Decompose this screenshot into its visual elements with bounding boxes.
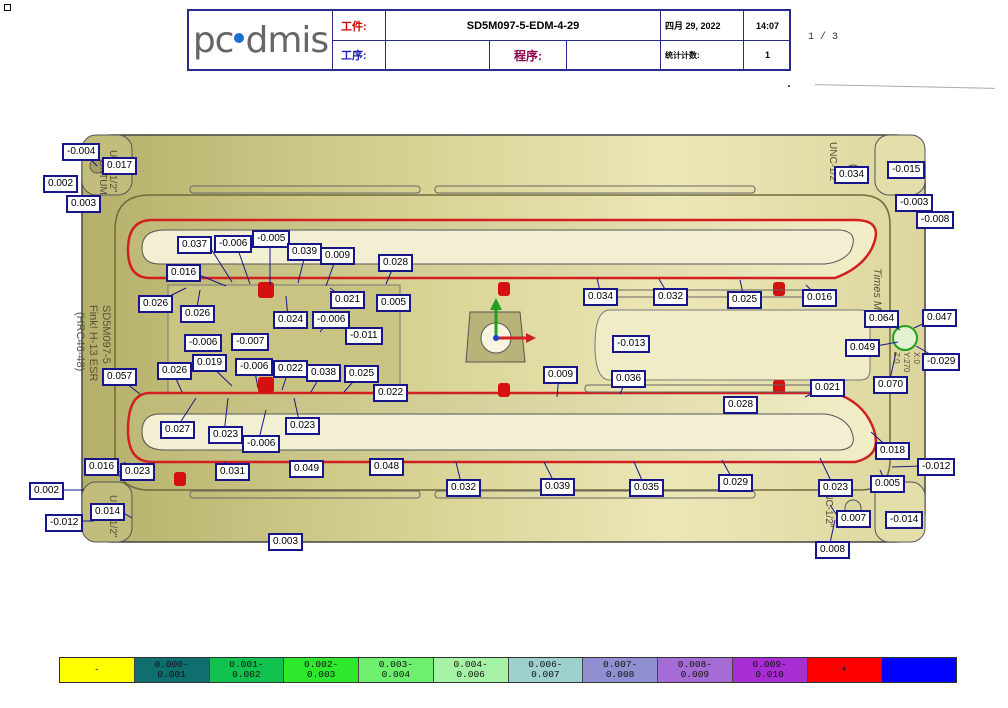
deviation-label: 0.026 xyxy=(138,295,174,313)
deviation-label: 0.036 xyxy=(611,370,647,388)
deviation-label: -0.008 xyxy=(916,211,955,229)
deviation-label: 0.024 xyxy=(273,311,309,329)
legend-segment: 0.008- 0.009 xyxy=(658,658,733,682)
deviation-label: -0.014 xyxy=(885,511,924,529)
deviation-label: 0.005 xyxy=(870,475,906,493)
deviation-label: -0.006 xyxy=(235,358,274,376)
legend-segment: 0.007- 0.008 xyxy=(583,658,658,682)
deviation-label: 0.032 xyxy=(653,288,689,306)
deviation-label: -0.015 xyxy=(887,161,926,179)
deviation-label: -0.013 xyxy=(612,335,651,353)
engraving-part-number: SD5M097-5 xyxy=(100,305,112,364)
legend-segment: 0.006- 0.007 xyxy=(508,658,584,682)
deviation-label: 0.039 xyxy=(287,243,323,261)
deviation-label: 0.027 xyxy=(160,421,196,439)
deviation-label: 0.034 xyxy=(834,166,870,184)
deviation-label: 0.023 xyxy=(285,417,321,435)
deviation-label: 0.003 xyxy=(66,195,102,213)
deviation-label: 0.031 xyxy=(215,463,251,481)
engraving-x: X:0 xyxy=(912,352,921,365)
deviation-label: 0.064 xyxy=(864,310,900,328)
deviation-label: 0.037 xyxy=(177,236,213,254)
legend-segment: 0.002- 0.003 xyxy=(284,658,359,682)
color-legend: -0.000- 0.001 0.001- 0.002 0.002- 0.003 0.0… xyxy=(59,657,957,683)
deviation-label: 0.019 xyxy=(192,354,228,372)
deviation-label: 0.002 xyxy=(29,482,65,500)
deviation-label: 0.005 xyxy=(376,294,412,312)
deviation-label: 0.008 xyxy=(815,541,851,559)
deviation-label: -0.012 xyxy=(917,458,956,476)
measured-circle xyxy=(892,325,918,351)
deviation-label: -0.005 xyxy=(252,230,291,248)
deviation-label: -0.004 xyxy=(62,143,101,161)
deviation-label: -0.006 xyxy=(242,435,281,453)
deviation-label: -0.006 xyxy=(184,334,223,352)
deviation-label: 0.028 xyxy=(378,254,414,272)
deviation-label: 0.047 xyxy=(922,309,958,327)
deviation-label: 0.021 xyxy=(810,379,846,397)
red-pad xyxy=(498,282,510,296)
deviation-label: 0.034 xyxy=(583,288,619,306)
deviation-label: 0.057 xyxy=(102,368,138,386)
deviation-label: 0.070 xyxy=(873,376,909,394)
legend-segment: 0.003- 0.004 xyxy=(359,658,434,682)
deviation-label: 0.038 xyxy=(306,364,342,382)
engraving-material: Fink! H-13 ESR xyxy=(87,305,99,381)
deviation-label: 0.016 xyxy=(84,458,120,476)
red-pad xyxy=(258,377,274,393)
legend-segment: 0.001- 0.002 xyxy=(209,658,285,682)
axis-origin xyxy=(493,335,499,341)
deviation-label: 0.049 xyxy=(289,460,325,478)
deviation-label: 0.009 xyxy=(543,366,579,384)
deviation-label: 0.007 xyxy=(836,510,872,528)
red-pad xyxy=(174,472,186,486)
deviation-label: -0.006 xyxy=(214,235,253,253)
deviation-label: 0.025 xyxy=(727,291,763,309)
deviation-label: 0.048 xyxy=(369,458,405,476)
deviation-label: 0.016 xyxy=(166,264,202,282)
deviation-label: 0.028 xyxy=(723,396,759,414)
deviation-label: 0.029 xyxy=(718,474,754,492)
deviation-label: -0.003 xyxy=(895,194,934,212)
deviation-label: -0.007 xyxy=(231,333,270,351)
deviation-label: 0.025 xyxy=(344,365,380,383)
deviation-label: 0.049 xyxy=(845,339,881,357)
legend-segment: 0.000- 0.001 xyxy=(134,658,210,682)
deviation-label: 0.039 xyxy=(540,478,576,496)
deviation-label: 0.023 xyxy=(208,426,244,444)
deviation-label: 0.023 xyxy=(120,463,156,481)
deviation-label: 0.016 xyxy=(802,289,838,307)
deviation-label: 0.026 xyxy=(180,305,216,323)
legend-segment: + xyxy=(807,658,883,682)
deviation-label: -0.011 xyxy=(345,327,383,345)
red-pad xyxy=(258,282,274,298)
legend-segment xyxy=(882,658,956,682)
deviation-label: 0.002 xyxy=(43,175,79,193)
deviation-label: 0.023 xyxy=(818,479,854,497)
deviation-label: 0.026 xyxy=(157,362,193,380)
legend-segment: - xyxy=(60,658,135,682)
red-pad xyxy=(773,282,785,296)
deviation-label: 0.032 xyxy=(446,479,482,497)
deviation-label: 0.017 xyxy=(102,157,138,175)
deviation-label: 0.022 xyxy=(273,360,309,378)
deviation-label: 0.022 xyxy=(373,384,409,402)
engraving-hardness: (HRC46-48) xyxy=(74,312,86,371)
legend-segment: 0.004- 0.006 xyxy=(433,658,509,682)
engraving-y: Y:270 xyxy=(902,352,911,373)
deviation-label: 0.009 xyxy=(320,247,356,265)
deviation-label: -0.012 xyxy=(45,514,84,532)
engraving-z: Z:0 xyxy=(892,352,901,364)
deviation-label: 0.021 xyxy=(330,291,366,309)
legend-segment: 0.009- 0.010 xyxy=(732,658,808,682)
deviation-label: 0.035 xyxy=(629,479,665,497)
deviation-label: -0.029 xyxy=(922,353,961,371)
deviation-label: 0.014 xyxy=(90,503,126,521)
red-pad xyxy=(498,383,510,397)
deviation-label: 0.018 xyxy=(875,442,911,460)
deviation-label: 0.003 xyxy=(268,533,304,551)
